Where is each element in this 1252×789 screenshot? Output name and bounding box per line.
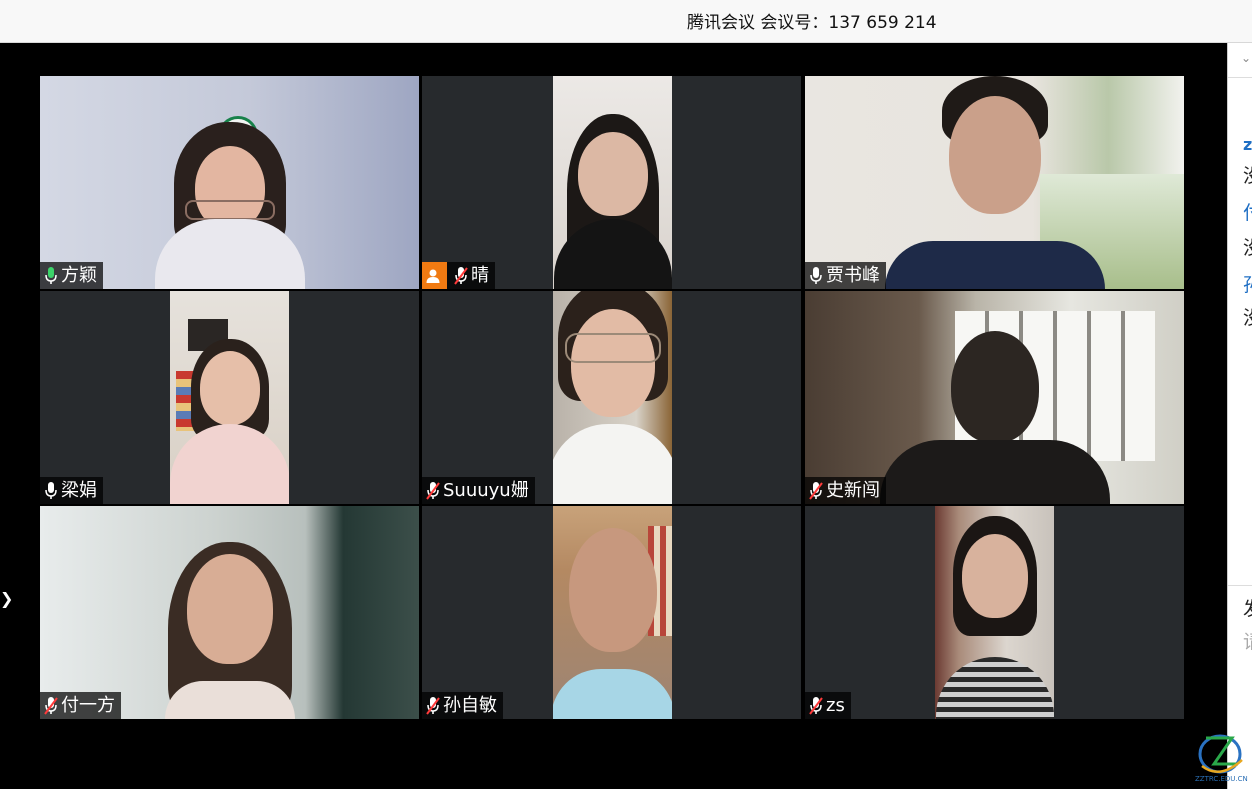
- participant-name: 孙自敏: [443, 695, 497, 716]
- participant-tile-9[interactable]: zs: [805, 506, 1184, 719]
- participant-name-tag: 方颖: [40, 262, 103, 289]
- participant-tile-3[interactable]: 贾书峰: [805, 76, 1184, 289]
- participant-video: [935, 506, 1054, 719]
- chat-message: 没: [1243, 303, 1252, 330]
- microphone-muted-icon: [454, 266, 468, 285]
- participant-video: [553, 291, 672, 504]
- participant-name-tag: 付一方: [40, 692, 121, 719]
- participant-name-tag: 梁娟: [40, 477, 103, 504]
- participant-name-tag: zs: [805, 692, 851, 719]
- participant-video: [553, 506, 672, 719]
- participant-tile-7[interactable]: 付一方: [40, 506, 419, 719]
- send-to-label[interactable]: 发: [1243, 594, 1252, 621]
- chat-input[interactable]: 请: [1243, 627, 1252, 654]
- microphone-muted-icon: [426, 481, 440, 500]
- participant-video: [40, 76, 419, 289]
- participant-name-tag: 孙自敏: [422, 692, 503, 719]
- participant-video: [553, 76, 672, 289]
- participant-name-tag: Suuuyu姗: [422, 477, 535, 504]
- participant-video: [170, 291, 289, 504]
- participant-tile-8[interactable]: 孙自敏: [422, 506, 801, 719]
- chat-panel: ⌄ z 没 付 没 孙 没 发 请: [1227, 43, 1252, 789]
- participant-tile-5[interactable]: Suuuyu姗: [422, 291, 801, 504]
- chat-sender: z: [1243, 135, 1252, 154]
- meeting-title: 腾讯会议 会议号：137 659 214: [687, 13, 937, 33]
- participant-name: zs: [826, 695, 845, 716]
- title-bar: 腾讯会议 会议号：137 659 214: [0, 0, 1252, 43]
- microphone-muted-icon: [44, 696, 58, 715]
- participant-video: [40, 506, 419, 719]
- participant-tile-2[interactable]: 晴: [422, 76, 801, 289]
- participant-name: 贾书峰: [826, 265, 880, 286]
- participant-name: 梁娟: [61, 480, 97, 501]
- participant-name: 方颖: [61, 265, 97, 286]
- host-badge-icon: [422, 262, 447, 289]
- participant-video: [805, 76, 1184, 289]
- microphone-icon: [45, 481, 57, 499]
- participant-name-tag: 贾书峰: [805, 262, 886, 289]
- chat-sender: 孙: [1243, 270, 1252, 297]
- participant-name: 付一方: [61, 695, 115, 716]
- microphone-icon: [810, 266, 822, 284]
- chat-message: 没: [1243, 161, 1252, 188]
- microphone-muted-icon: [809, 481, 823, 500]
- chevron-down-icon[interactable]: ⌄: [1241, 51, 1251, 65]
- participant-tile-4[interactable]: 梁娟: [40, 291, 419, 504]
- microphone-active-icon: [45, 266, 57, 284]
- microphone-muted-icon: [426, 696, 440, 715]
- collapse-arrow-icon[interactable]: ❯: [0, 591, 13, 607]
- participant-name: Suuuyu姗: [443, 480, 529, 501]
- microphone-muted-icon: [809, 696, 823, 715]
- participant-name-tag: 晴: [422, 262, 495, 289]
- watermark-text: ZZTRC.EDU.CN: [1195, 775, 1248, 783]
- participant-tile-1[interactable]: 方颖: [40, 76, 419, 289]
- participant-name: 史新闯: [826, 480, 880, 501]
- panel-divider: [1228, 585, 1252, 586]
- participant-name-tag: 史新闯: [805, 477, 886, 504]
- participant-tile-6[interactable]: 史新闯: [805, 291, 1184, 504]
- chat-message: 没: [1243, 233, 1252, 260]
- participant-video: [805, 291, 1184, 504]
- participant-name: 晴: [471, 265, 489, 286]
- chat-sender: 付: [1243, 198, 1252, 225]
- panel-divider: [1228, 77, 1252, 78]
